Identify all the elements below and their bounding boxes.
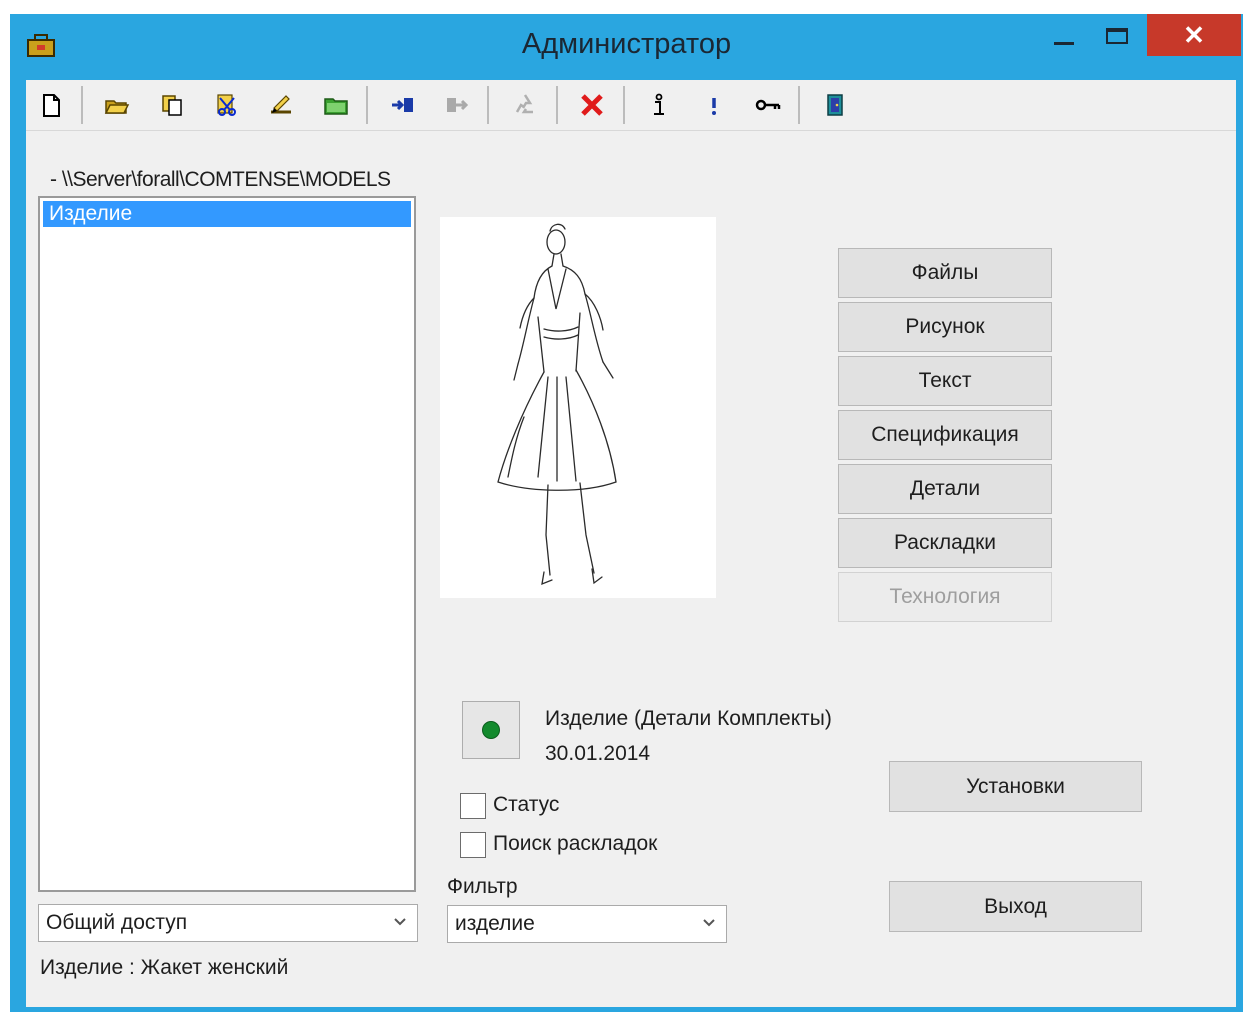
fashion-sketch-image [497,223,617,586]
details-button[interactable]: Детали [838,464,1052,514]
delete-icon[interactable] [577,90,607,120]
current-product-label: Изделие : Жакет женский [40,956,289,979]
files-button[interactable]: Файлы [838,248,1052,298]
toolbar-separator [487,86,489,124]
specification-button[interactable]: Спецификация [838,410,1052,460]
product-date: 30.01.2014 [545,742,651,765]
exit-button[interactable]: Выход [889,881,1142,932]
text-button[interactable]: Текст [838,356,1052,406]
info-icon[interactable] [644,90,674,120]
product-sketch [440,217,716,598]
toolbar-separator [366,86,368,124]
open-icon[interactable] [102,90,132,120]
recycle-icon[interactable] [510,90,540,120]
status-checkbox[interactable] [460,793,486,819]
filter-select[interactable]: изделие [447,905,727,943]
filter-select-value: изделие [455,912,535,935]
toolbar [26,80,1236,131]
minimize-button[interactable] [1038,14,1088,58]
app-window: Администратор ✕ - \\Server\forall\COMTEN… [10,14,1243,1012]
client-area: - \\Server\forall\COMTENSE\MODELS Издели… [26,80,1236,1007]
folder-icon[interactable] [321,90,351,120]
layouts-button[interactable]: Раскладки [838,518,1052,568]
new-icon[interactable] [36,90,66,120]
title-bar[interactable]: Администратор ✕ [10,14,1243,78]
minimize-icon [1054,42,1074,45]
chevron-down-icon [703,919,715,927]
tree-item-product[interactable]: Изделие [43,201,411,227]
search-layouts-checkbox-label[interactable]: Поиск раскладок [493,832,657,856]
access-select-value: Общий доступ [46,911,188,934]
maximize-icon [1106,28,1128,44]
key-icon[interactable] [753,90,783,120]
status-dot-icon [482,721,500,739]
close-icon: ✕ [1183,20,1205,50]
product-tree[interactable]: Изделие [38,196,416,892]
settings-button[interactable]: Установки [889,761,1142,812]
product-title: Изделие (Детали Комплекты) [545,707,832,730]
drawing-button[interactable]: Рисунок [838,302,1052,352]
exclamation-icon[interactable] [699,90,729,120]
copy-icon[interactable] [157,90,187,120]
models-path: - \\Server\forall\COMTENSE\MODELS [50,168,391,191]
exit-door-icon[interactable] [820,90,850,120]
toolbar-separator [81,86,83,124]
chevron-down-icon [394,918,406,926]
toolbar-separator [623,86,625,124]
technology-button[interactable]: Технология [838,572,1052,622]
toolbar-separator [798,86,800,124]
maximize-button[interactable] [1092,14,1142,58]
cut-icon[interactable] [212,90,242,120]
toolbar-separator [556,86,558,124]
filter-label: Фильтр [447,875,518,898]
close-button[interactable]: ✕ [1147,14,1241,56]
search-layouts-checkbox[interactable] [460,832,486,858]
access-select[interactable]: Общий доступ [38,904,418,942]
export-icon[interactable] [442,90,472,120]
edit-icon[interactable] [266,90,296,120]
status-checkbox-label[interactable]: Статус [493,793,559,817]
status-indicator-button[interactable] [462,701,520,759]
import-icon[interactable] [388,90,418,120]
